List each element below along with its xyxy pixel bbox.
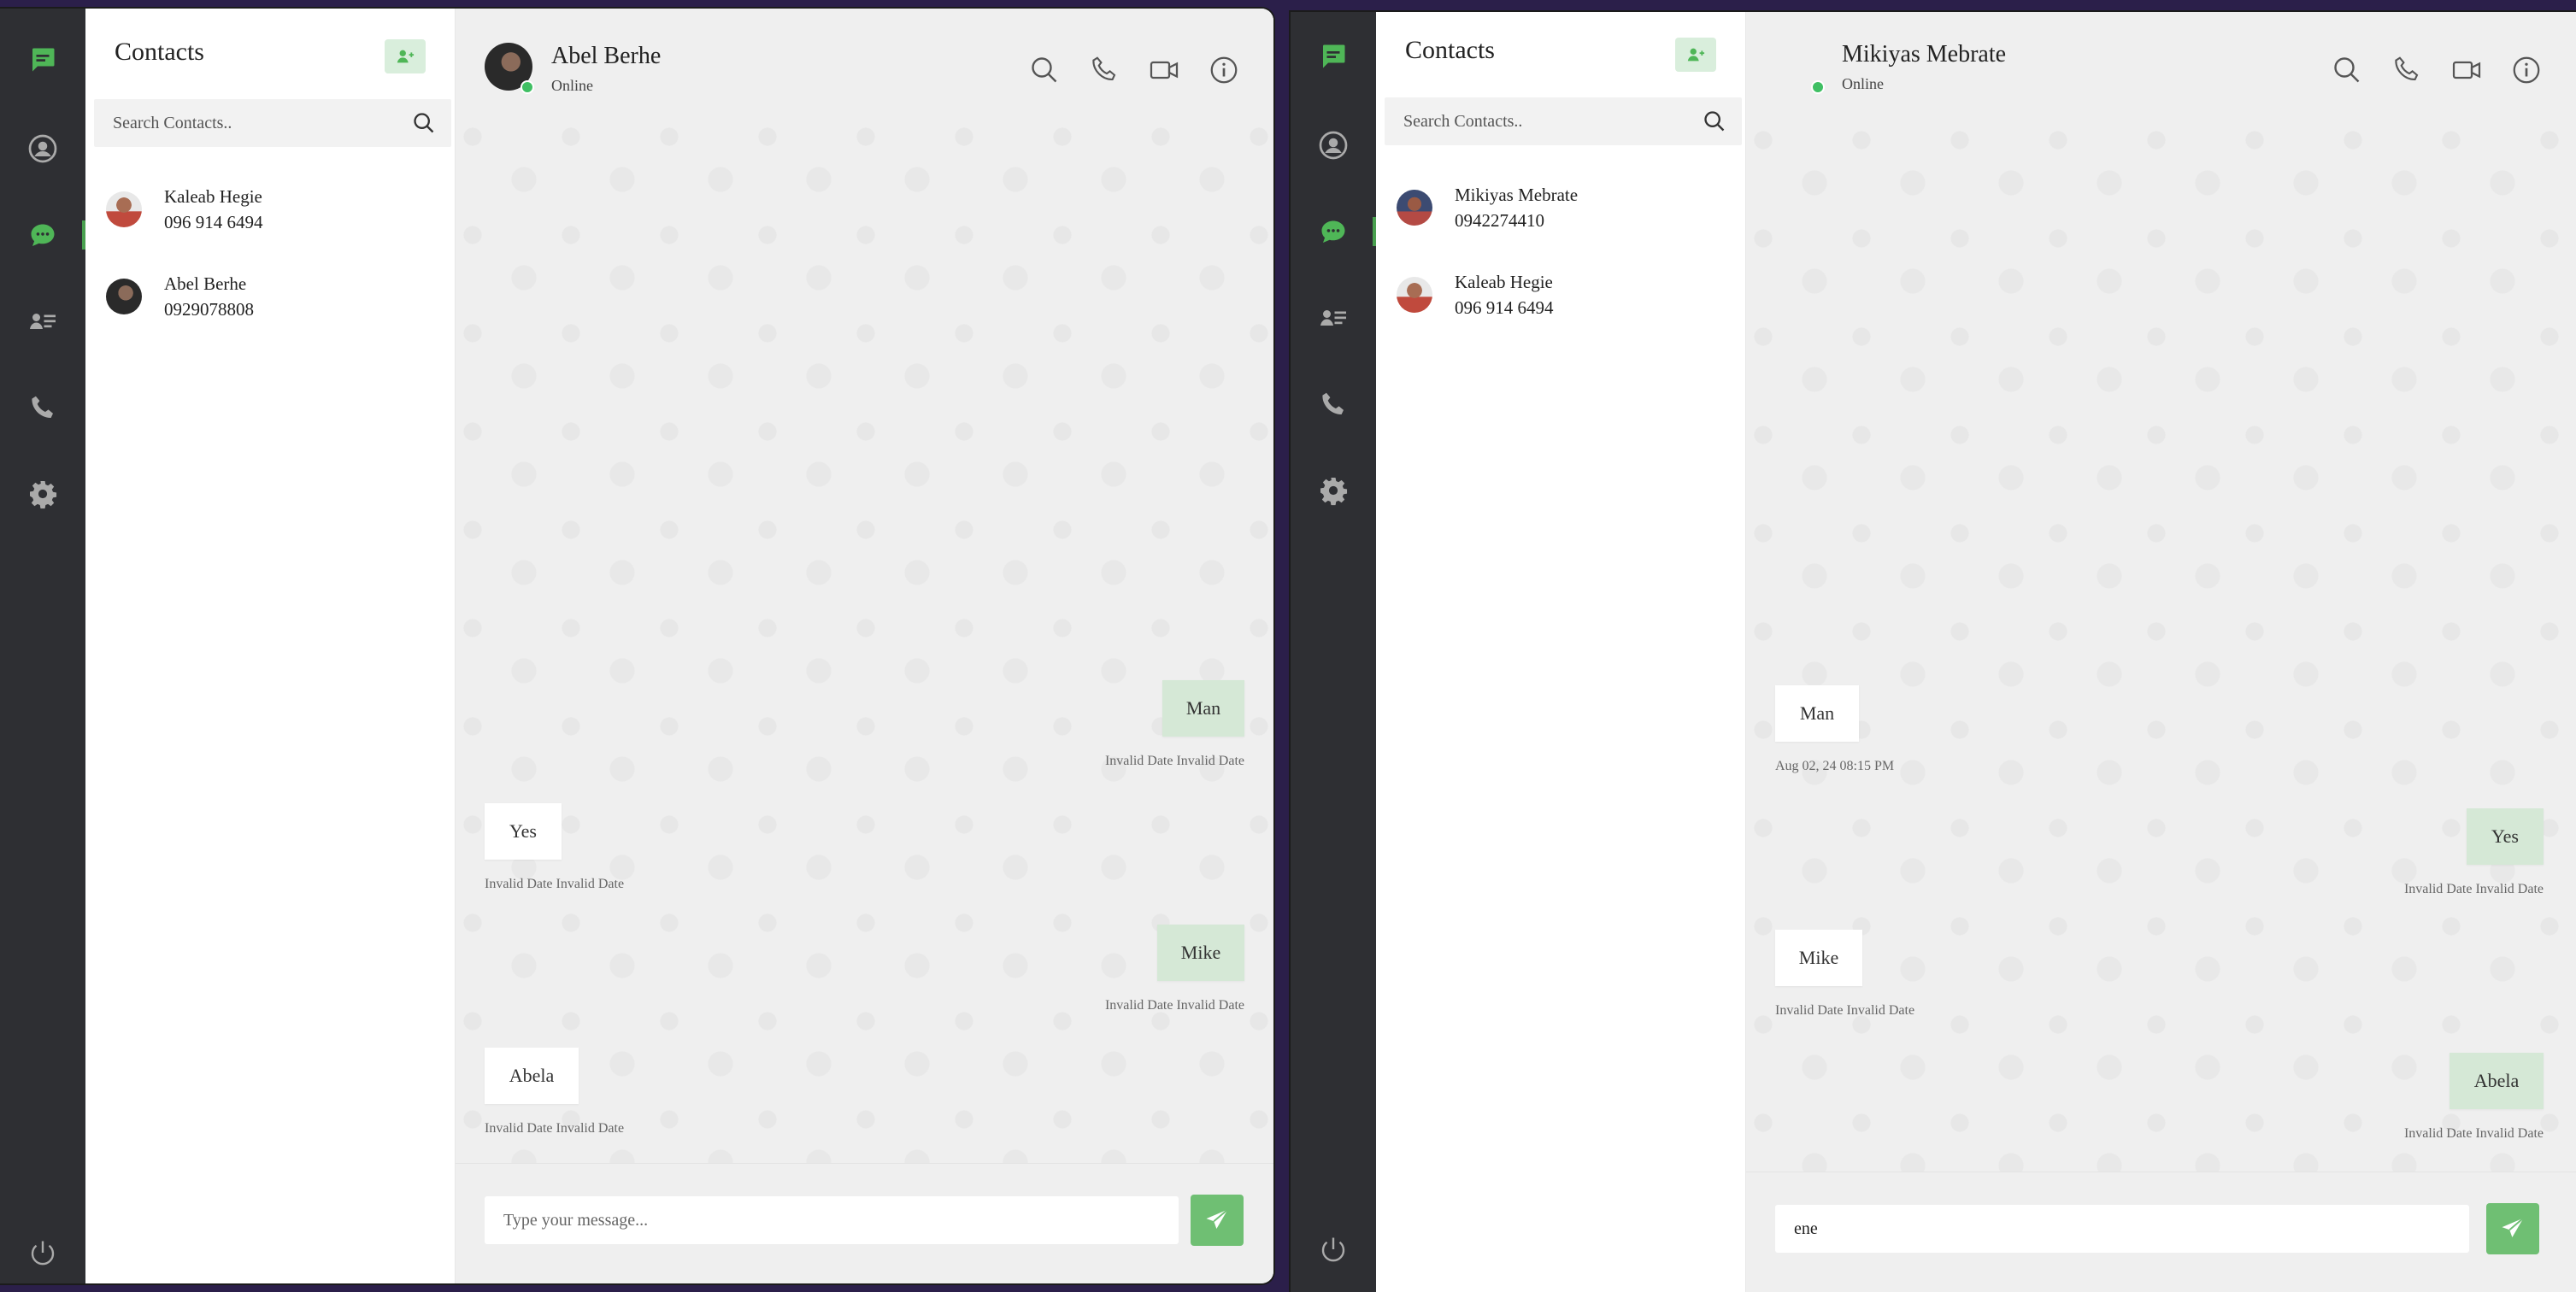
- contacts-book-icon[interactable]: [26, 304, 60, 338]
- avatar: [106, 191, 142, 227]
- phone-icon[interactable]: [26, 391, 60, 426]
- info-icon[interactable]: [1209, 55, 1239, 85]
- message-timestamp: Invalid Date Invalid Date: [1104, 998, 1244, 1013]
- contact-item[interactable]: Abel Berhe 0929078808: [85, 258, 455, 340]
- message-bubble: Yes: [485, 803, 562, 860]
- search-contacts-input[interactable]: [111, 112, 397, 134]
- search-contacts: [1385, 97, 1742, 145]
- contact-phone: 096 914 6494: [164, 212, 263, 232]
- video-call-icon[interactable]: [2451, 55, 2482, 85]
- phone-icon[interactable]: [1089, 55, 1120, 85]
- message-composer: [456, 1163, 1273, 1283]
- chat-square-icon[interactable]: [26, 43, 60, 77]
- search-contacts: [94, 99, 451, 147]
- message-composer: [1746, 1172, 2576, 1292]
- contact-item[interactable]: Kaleab Hegie 096 914 6494: [1376, 256, 1745, 338]
- add-user-icon: [397, 50, 415, 63]
- contact-name: Abel Berhe: [164, 273, 247, 294]
- send-icon: [2502, 1217, 2525, 1237]
- power-icon[interactable]: [1316, 1232, 1350, 1266]
- contacts-panel: Contacts Mikiyas Mebrate 0942274410 Kale…: [1376, 12, 1746, 1292]
- add-contact-button[interactable]: [1675, 38, 1716, 72]
- search-icon[interactable]: [1703, 109, 1726, 133]
- power-icon[interactable]: [26, 1236, 60, 1270]
- send-button[interactable]: [2486, 1203, 2539, 1254]
- profile-icon[interactable]: [26, 132, 60, 166]
- chats-icon[interactable]: [1316, 215, 1350, 250]
- chat-header: Mikiyas Mebrate Online: [1746, 12, 2576, 123]
- online-indicator: [1811, 80, 1825, 94]
- message-timestamp: Invalid Date Invalid Date: [2403, 882, 2544, 896]
- contact-name: Kaleab Hegie: [164, 186, 262, 207]
- add-contact-button[interactable]: [385, 39, 426, 73]
- contact-name: Kaleab Hegie: [1455, 272, 1553, 292]
- send-button[interactable]: [1191, 1195, 1244, 1246]
- contacts-book-icon[interactable]: [1316, 301, 1350, 335]
- right-app-window: Contacts Mikiyas Mebrate 0942274410 Kale…: [1291, 12, 2576, 1292]
- online-indicator: [520, 80, 534, 94]
- avatar: [1397, 190, 1432, 226]
- search-icon[interactable]: [412, 111, 436, 135]
- search-contacts-input[interactable]: [1402, 110, 1687, 132]
- chats-icon[interactable]: [26, 219, 60, 253]
- message-input[interactable]: [485, 1196, 1179, 1244]
- profile-icon[interactable]: [1316, 128, 1350, 162]
- settings-icon[interactable]: [1316, 473, 1350, 508]
- search-icon[interactable]: [2332, 55, 2362, 85]
- nav-rail: [1291, 12, 1376, 1292]
- message-bubble: Mike: [1157, 925, 1244, 981]
- message-bubble: Abela: [485, 1048, 579, 1104]
- chat-area: Abel Berhe Online Man Invalid Date Inval…: [456, 9, 1273, 1283]
- contacts-title: Contacts: [1405, 36, 1495, 64]
- chat-contact-name: Abel Berhe: [551, 43, 662, 69]
- left-app-window: Contacts Kaleab Hegie 096 914 6494 Abel …: [0, 9, 1273, 1283]
- contact-item[interactable]: Kaleab Hegie 096 914 6494: [85, 171, 455, 253]
- message-bubble: Mike: [1775, 930, 1862, 986]
- message-input[interactable]: [1775, 1205, 2469, 1253]
- chat-contact-status: Online: [551, 77, 593, 94]
- chat-contact-name: Mikiyas Mebrate: [1842, 41, 2007, 68]
- message-bubble: Man: [1775, 685, 1859, 742]
- message-bubble: Man: [1162, 680, 1244, 737]
- message-timestamp: Invalid Date Invalid Date: [1775, 1003, 1915, 1018]
- phone-icon[interactable]: [1316, 388, 1350, 422]
- settings-icon[interactable]: [26, 477, 60, 511]
- chat-header-actions: [1029, 55, 1239, 85]
- nav-rail: [0, 9, 85, 1283]
- video-call-icon[interactable]: [1149, 55, 1179, 85]
- message-timestamp: Invalid Date Invalid Date: [485, 877, 625, 891]
- message-bubble: Abela: [2450, 1053, 2544, 1109]
- send-icon: [1206, 1208, 1229, 1229]
- add-user-icon: [1687, 48, 1705, 62]
- chat-contact-status: Online: [1842, 75, 1884, 92]
- chat-header-actions: [2332, 55, 2542, 85]
- avatar: [1397, 277, 1432, 313]
- phone-icon[interactable]: [2391, 55, 2422, 85]
- chat-square-icon[interactable]: [1316, 39, 1350, 73]
- chat-header: Abel Berhe Online: [456, 9, 1273, 120]
- contact-phone: 0942274410: [1455, 210, 1544, 231]
- message-timestamp: Invalid Date Invalid Date: [2403, 1126, 2544, 1141]
- message-timestamp: Invalid Date Invalid Date: [1104, 754, 1244, 768]
- message-timestamp: Aug 02, 24 08:15 PM: [1775, 759, 1895, 773]
- contact-name: Mikiyas Mebrate: [1455, 185, 1579, 205]
- message-bubble: Yes: [2467, 808, 2544, 865]
- contact-item[interactable]: Mikiyas Mebrate 0942274410: [1376, 169, 1745, 251]
- search-icon[interactable]: [1029, 55, 1060, 85]
- contacts-title: Contacts: [115, 38, 204, 66]
- contact-phone: 0929078808: [164, 299, 254, 320]
- info-icon[interactable]: [2511, 55, 2542, 85]
- contacts-panel: Contacts Kaleab Hegie 096 914 6494 Abel …: [85, 9, 456, 1283]
- message-timestamp: Invalid Date Invalid Date: [485, 1121, 625, 1136]
- contact-phone: 096 914 6494: [1455, 297, 1554, 318]
- avatar: [106, 279, 142, 314]
- chat-area: Mikiyas Mebrate Online Man Aug 02, 24 08…: [1746, 12, 2576, 1292]
